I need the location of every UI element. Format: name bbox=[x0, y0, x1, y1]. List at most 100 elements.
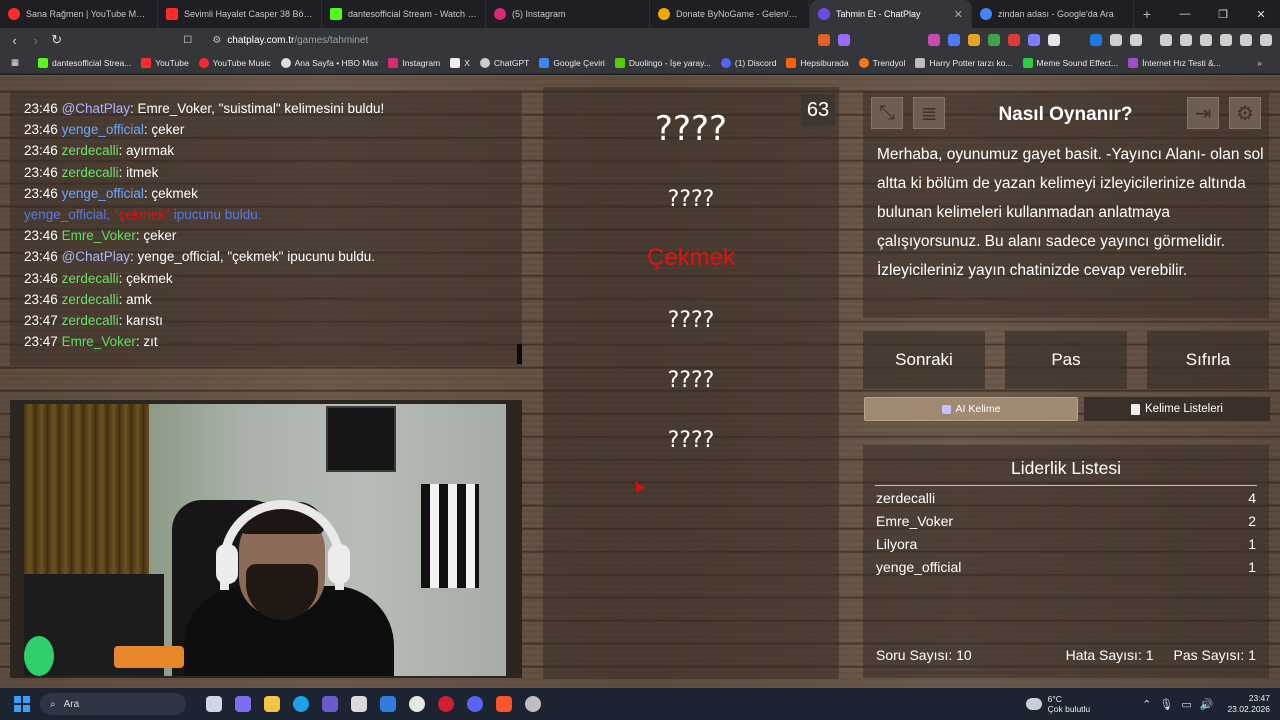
tab-ai-word[interactable]: AI Kelime bbox=[864, 397, 1078, 421]
browser-tab[interactable]: Donate ByNoGame - Gelen/Giden B bbox=[650, 0, 810, 28]
close-tab-icon[interactable]: ✕ bbox=[954, 8, 963, 21]
reset-button[interactable]: Sıfırla bbox=[1147, 331, 1269, 389]
bookmark-item[interactable]: Google Çeviri bbox=[534, 57, 610, 68]
edge-icon[interactable] bbox=[293, 696, 309, 712]
new-tab-button[interactable]: + bbox=[1134, 6, 1160, 22]
tab-word-lists[interactable]: Kelime Listeleri bbox=[1084, 397, 1270, 421]
outlook-icon[interactable] bbox=[380, 696, 396, 712]
chat-username[interactable]: Emre_Voker bbox=[62, 228, 136, 243]
media-icon[interactable] bbox=[1160, 34, 1172, 46]
site-info-icon[interactable]: ⚙ bbox=[212, 35, 221, 46]
discord-icon[interactable] bbox=[467, 696, 483, 712]
display-icon[interactable]: ▭ bbox=[1181, 698, 1191, 711]
pass-button[interactable]: Pas bbox=[1005, 331, 1127, 389]
taskbar-clock[interactable]: 23:47 23.02.2026 bbox=[1227, 693, 1270, 715]
browser-tab[interactable]: Sevimli Hayalet Casper 38 Bölüm Tü bbox=[158, 0, 322, 28]
reload-icon[interactable]: ↻ bbox=[46, 32, 67, 48]
file-explorer-icon[interactable] bbox=[264, 696, 280, 712]
notes-icon[interactable]: ≣ bbox=[913, 97, 945, 129]
app-icon[interactable] bbox=[351, 696, 367, 712]
wallet-icon[interactable] bbox=[1200, 34, 1212, 46]
chevron-up-icon[interactable]: ⌃ bbox=[1142, 698, 1151, 711]
chat-scrollbar[interactable] bbox=[517, 344, 522, 364]
extension-icon[interactable] bbox=[968, 34, 980, 46]
extension-icon[interactable] bbox=[1090, 34, 1102, 46]
browser-tab[interactable]: zindan adası - Google'da Ara bbox=[972, 0, 1134, 28]
menu-icon[interactable] bbox=[1260, 34, 1272, 46]
forward-arrow-icon[interactable]: › bbox=[25, 33, 46, 48]
bookmark-item[interactable]: YouTube Music bbox=[194, 57, 276, 68]
apps-grid-icon[interactable]: ▦ bbox=[6, 57, 33, 68]
browser-tab[interactable]: Sana Rağmen | YouTube Music bbox=[0, 0, 158, 28]
windows-start-icon[interactable] bbox=[14, 696, 30, 712]
chat-username[interactable]: Emre_Voker bbox=[62, 334, 136, 349]
browser-tab[interactable]: (5) Instagram bbox=[486, 0, 650, 28]
microphone-icon[interactable]: 🎙 bbox=[1159, 698, 1173, 711]
chat-username[interactable]: yenge_official bbox=[62, 186, 144, 201]
bookmark-item[interactable]: Instagram bbox=[383, 57, 445, 68]
chat-username[interactable]: zerdecalli bbox=[62, 313, 119, 328]
chat-username[interactable]: zerdecalli bbox=[62, 143, 119, 158]
rewards-icon[interactable] bbox=[838, 34, 850, 46]
brave-icon[interactable] bbox=[496, 696, 512, 712]
chat-username[interactable]: @ChatPlay bbox=[62, 249, 130, 264]
sidebar-icon[interactable] bbox=[1180, 34, 1192, 46]
extension-icon[interactable] bbox=[1028, 34, 1040, 46]
bookmark-item[interactable]: Harry Potter tarzı ko... bbox=[910, 57, 1017, 68]
app-icon[interactable] bbox=[438, 696, 454, 712]
bookmark-label: İnternet Hız Testi &... bbox=[1142, 57, 1221, 68]
screenshot-icon[interactable] bbox=[1130, 34, 1142, 46]
bookmark-item[interactable]: Meme Sound Effect... bbox=[1018, 57, 1124, 68]
extension-icon[interactable] bbox=[1048, 34, 1060, 46]
close-window-icon[interactable]: ✕ bbox=[1242, 8, 1280, 21]
copilot-icon[interactable] bbox=[235, 696, 251, 712]
download-icon[interactable] bbox=[1220, 34, 1232, 46]
restore-icon[interactable]: ❐ bbox=[1204, 8, 1242, 21]
browser-tab[interactable]: dantesofficial Stream - Watch Liv bbox=[322, 0, 486, 28]
extension-icon[interactable] bbox=[928, 34, 940, 46]
volume-icon[interactable]: 🔊 bbox=[1200, 698, 1214, 711]
chatplay-favicon-icon bbox=[818, 8, 830, 20]
extension-icon[interactable] bbox=[988, 34, 1000, 46]
store-icon[interactable] bbox=[322, 696, 338, 712]
bookmark-item[interactable]: İnternet Hız Testi &... bbox=[1123, 57, 1226, 68]
bookmark-item[interactable]: Ana Sayfa • HBO Max bbox=[276, 57, 384, 68]
bookmark-item[interactable]: Hepsiburada bbox=[781, 57, 853, 68]
brave-shield-icon[interactable] bbox=[818, 34, 830, 46]
extension-icon[interactable] bbox=[1008, 34, 1020, 46]
more-bookmarks-icon[interactable]: » bbox=[1257, 58, 1280, 68]
weather-widget[interactable]: 6°C Çok bulutlu bbox=[1025, 694, 1090, 714]
chat-username[interactable]: zerdecalli bbox=[62, 271, 119, 286]
bookmark-item[interactable]: Duolingo - İşe yaray... bbox=[610, 57, 716, 68]
puzzle-icon[interactable] bbox=[1110, 34, 1122, 46]
bookmark-icon[interactable]: ☐ bbox=[177, 35, 198, 46]
minimize-icon[interactable]: — bbox=[1166, 8, 1204, 21]
vpn-icon[interactable] bbox=[1240, 34, 1252, 46]
bookmark-item[interactable]: dantesofficial Strea... bbox=[33, 57, 136, 68]
extension-icon[interactable] bbox=[948, 34, 960, 46]
bookmark-item[interactable]: ChatGPT bbox=[475, 57, 534, 68]
next-button[interactable]: Sonraki bbox=[863, 331, 985, 389]
task-view-icon[interactable] bbox=[206, 696, 222, 712]
bookmark-item[interactable]: X bbox=[445, 57, 475, 68]
chat-text: : zıt bbox=[135, 334, 158, 350]
bookmark-item[interactable]: (1) Discord bbox=[716, 57, 782, 68]
bookmark-item[interactable]: Trendyol bbox=[854, 57, 911, 68]
steam-icon[interactable] bbox=[409, 696, 425, 712]
shrink-icon[interactable]: ⤡ bbox=[871, 97, 903, 129]
browser-tab-active[interactable]: Tahmin Et - ChatPlay ✕ bbox=[810, 0, 972, 28]
chat-username[interactable]: @ChatPlay bbox=[62, 101, 130, 116]
gear-icon[interactable]: ⚙ bbox=[1229, 97, 1261, 129]
chat-username[interactable]: zerdecalli bbox=[62, 165, 119, 180]
taskbar-search[interactable]: ⌕ Ara bbox=[40, 693, 186, 715]
chat-username[interactable]: zerdecalli bbox=[62, 292, 119, 307]
bookmark-label: YouTube bbox=[155, 57, 189, 68]
exit-icon[interactable]: ⇥ bbox=[1187, 97, 1219, 129]
bookmark-label: YouTube Music bbox=[212, 57, 271, 68]
chat-username[interactable]: yenge_official bbox=[62, 122, 144, 137]
back-arrow-icon[interactable]: ‹ bbox=[4, 33, 25, 48]
address-bar[interactable]: ⚙ chatplay.com.tr/games/tahminet bbox=[204, 30, 818, 50]
bookmark-item[interactable]: YouTube bbox=[136, 57, 193, 68]
app-icon[interactable] bbox=[525, 696, 541, 712]
chat-text: : çekmek bbox=[118, 270, 173, 286]
